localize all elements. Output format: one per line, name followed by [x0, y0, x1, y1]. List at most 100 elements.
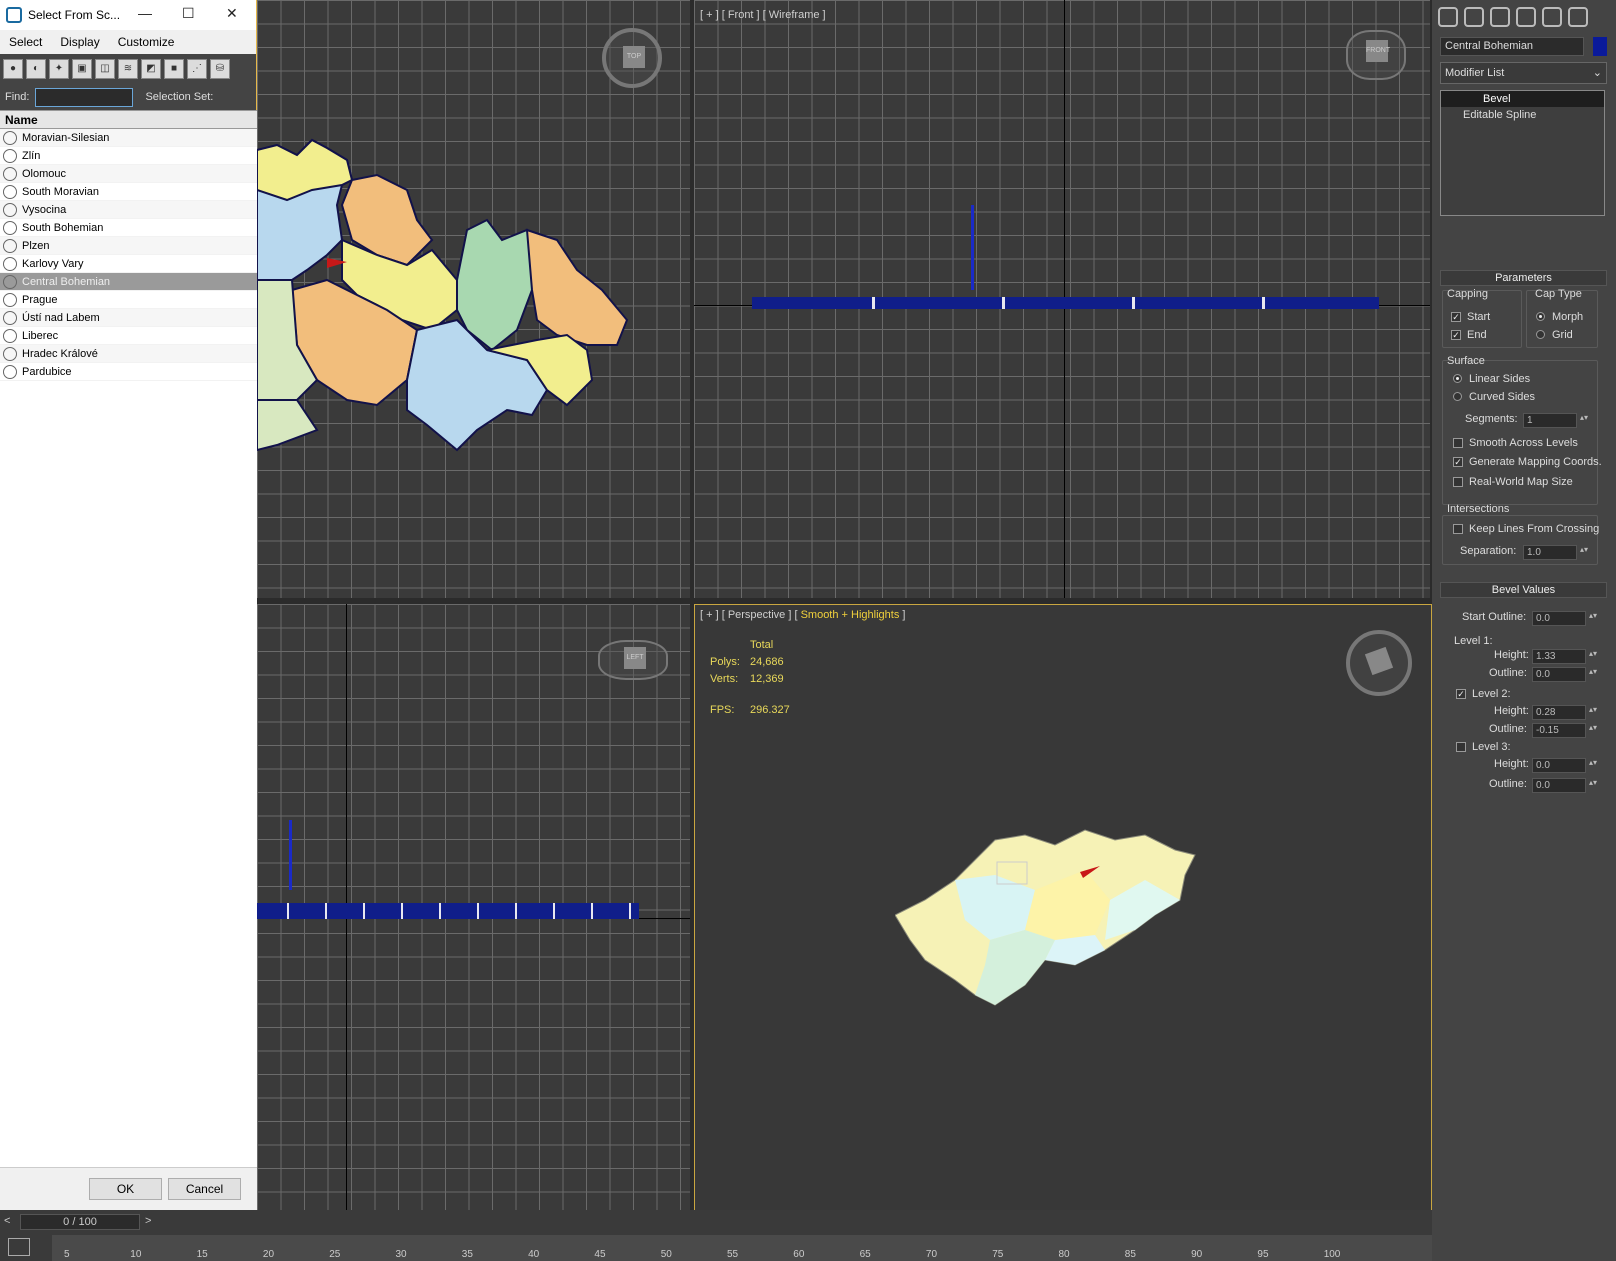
hierarchy-tab-icon[interactable] [1490, 7, 1510, 27]
viewcube-perspective[interactable] [1346, 630, 1412, 696]
close-icon[interactable]: ✕ [226, 5, 238, 22]
list-item[interactable]: Olomouc [0, 165, 257, 183]
cap-start-checkbox[interactable]: ✓ [1451, 312, 1461, 322]
display-helpers-icon[interactable]: ◫ [95, 59, 115, 79]
modify-tab-icon[interactable] [1464, 7, 1484, 27]
cap-end-checkbox[interactable]: ✓ [1451, 330, 1461, 340]
list-item[interactable]: Ústí nad Labem [0, 309, 257, 327]
viewcube-left[interactable]: LEFT [598, 640, 668, 680]
stack-item-editable-spline[interactable]: Editable Spline [1441, 107, 1604, 123]
timeline-config-icon[interactable] [8, 1238, 30, 1256]
grid-radio[interactable] [1536, 330, 1545, 339]
keep-lines-checkbox[interactable] [1453, 524, 1463, 534]
utilities-tab-icon[interactable] [1568, 7, 1588, 27]
display-xrefs-icon[interactable]: ■ [164, 59, 184, 79]
display-groups-icon[interactable]: ◩ [141, 59, 161, 79]
dialog-titlebar[interactable]: Select From Sc... — ☐ ✕ [0, 0, 256, 30]
separation-spinner[interactable]: 1.0 [1523, 545, 1588, 560]
l1-height-spinner[interactable]: 1.33 [1532, 649, 1597, 664]
l3-outline-label: Outline: [1489, 778, 1527, 790]
menu-display[interactable]: Display [51, 35, 108, 49]
gen-mapping-checkbox[interactable]: ✓ [1453, 457, 1463, 467]
list-item[interactable]: Pardubice [0, 363, 257, 381]
prev-frame-icon[interactable]: < [4, 1215, 10, 1227]
l2-outline-spinner[interactable]: -0.15 [1532, 723, 1597, 738]
list-item[interactable]: Central Bohemian [0, 273, 257, 291]
list-item[interactable]: Prague [0, 291, 257, 309]
real-world-checkbox[interactable] [1453, 477, 1463, 487]
l3-height-spinner[interactable]: 0.0 [1532, 758, 1597, 773]
display-bones-icon[interactable]: ⋰ [187, 59, 207, 79]
timeline-tick: 100 [1323, 1249, 1341, 1260]
display-cameras-icon[interactable]: ▣ [72, 59, 92, 79]
display-containers-icon[interactable]: ⛁ [210, 59, 230, 79]
chevron-down-icon: ⌄ [1592, 67, 1602, 79]
l2-outline-label: Outline: [1489, 723, 1527, 735]
surface-label: Surface [1447, 355, 1485, 367]
shape-object-icon [3, 184, 17, 199]
list-item-label: Hradec Králové [22, 347, 98, 360]
smooth-across-checkbox[interactable] [1453, 438, 1463, 448]
parameters-rollout[interactable]: Parameters [1440, 270, 1607, 286]
menu-select[interactable]: Select [0, 35, 51, 49]
list-item[interactable]: Zlín [0, 147, 257, 165]
start-outline-label: Start Outline: [1462, 611, 1527, 623]
object-name-field[interactable]: Central Bohemian [1440, 37, 1584, 56]
command-panel-tabs [1432, 0, 1616, 34]
list-item[interactable]: Hradec Králové [0, 345, 257, 363]
morph-radio[interactable] [1536, 312, 1545, 321]
display-shapes-icon[interactable]: ◐ [26, 59, 46, 79]
select-from-scene-dialog: Select From Sc... — ☐ ✕ Select Display C… [0, 0, 257, 1210]
level3-checkbox[interactable] [1456, 742, 1466, 752]
perspective-viewport-label[interactable]: [ + ] [ Perspective ] [ Smooth + Highlig… [700, 609, 905, 621]
next-frame-icon[interactable]: > [145, 1215, 151, 1227]
list-item[interactable]: Moravian-Silesian [0, 129, 257, 147]
modifier-list-dropdown[interactable]: Modifier List ⌄ [1440, 62, 1607, 84]
minimize-icon[interactable]: — [138, 5, 152, 21]
segments-spinner[interactable]: 1 [1523, 413, 1588, 428]
ok-button[interactable]: OK [89, 1178, 162, 1200]
motion-tab-icon[interactable] [1516, 7, 1536, 27]
modifier-stack[interactable]: Bevel Editable Spline [1440, 90, 1605, 216]
viewcube-front[interactable]: FRONT [1346, 30, 1406, 80]
linear-sides-radio[interactable] [1453, 374, 1462, 383]
l3-outline-spinner[interactable]: 0.0 [1532, 778, 1597, 793]
shape-object-icon [3, 220, 17, 235]
l2-height-spinner[interactable]: 0.28 [1532, 705, 1597, 720]
list-item[interactable]: Vysocina [0, 201, 257, 219]
column-header-name[interactable]: Name [0, 111, 257, 129]
display-spacewarps-icon[interactable]: ≋ [118, 59, 138, 79]
level2-checkbox[interactable]: ✓ [1456, 689, 1466, 699]
front-viewport-label[interactable]: [ + ] [ Front ] [ Wireframe ] [700, 9, 826, 21]
time-ruler[interactable]: 5 10 15 20 25 30 35 40 45 50 55 60 65 70 75 80 85 90 95 100 [52, 1235, 1432, 1261]
viewcube-top[interactable]: TOP [602, 28, 662, 88]
start-outline-spinner[interactable]: 0.0 [1532, 611, 1597, 626]
list-item[interactable]: South Moravian [0, 183, 257, 201]
cancel-button[interactable]: Cancel [168, 1178, 241, 1200]
object-list[interactable]: Name Moravian-Silesian Zlín Olomouc South M… [0, 110, 257, 1167]
timeline-tick: 85 [1124, 1249, 1136, 1260]
list-item[interactable]: Karlovy Vary [0, 255, 257, 273]
list-item[interactable]: South Bohemian [0, 219, 257, 237]
list-item-label: South Bohemian [22, 221, 104, 234]
l1-outline-spinner[interactable]: 0.0 [1532, 667, 1597, 682]
object-color-swatch[interactable] [1593, 37, 1607, 56]
bevel-values-rollout[interactable]: Bevel Values [1440, 582, 1607, 598]
menu-customize[interactable]: Customize [109, 35, 184, 49]
list-item[interactable]: Liberec [0, 327, 257, 345]
timeline-tick: 65 [859, 1249, 871, 1260]
create-tab-icon[interactable] [1438, 7, 1458, 27]
display-tab-icon[interactable] [1542, 7, 1562, 27]
time-slider[interactable]: 0 / 100 [20, 1214, 140, 1230]
maximize-icon[interactable]: ☐ [182, 5, 195, 22]
display-lights-icon[interactable]: ✦ [49, 59, 69, 79]
find-input[interactable] [35, 87, 134, 107]
display-geometry-icon[interactable]: ● [3, 59, 23, 79]
timeline-tick: 25 [329, 1249, 341, 1260]
list-item[interactable]: Plzen [0, 237, 257, 255]
l1-height-label: Height: [1494, 649, 1529, 661]
timeline-tick: 75 [992, 1249, 1004, 1260]
perspective-map [895, 829, 1196, 1006]
stack-item-bevel[interactable]: Bevel [1441, 91, 1604, 107]
curved-sides-radio[interactable] [1453, 392, 1462, 401]
